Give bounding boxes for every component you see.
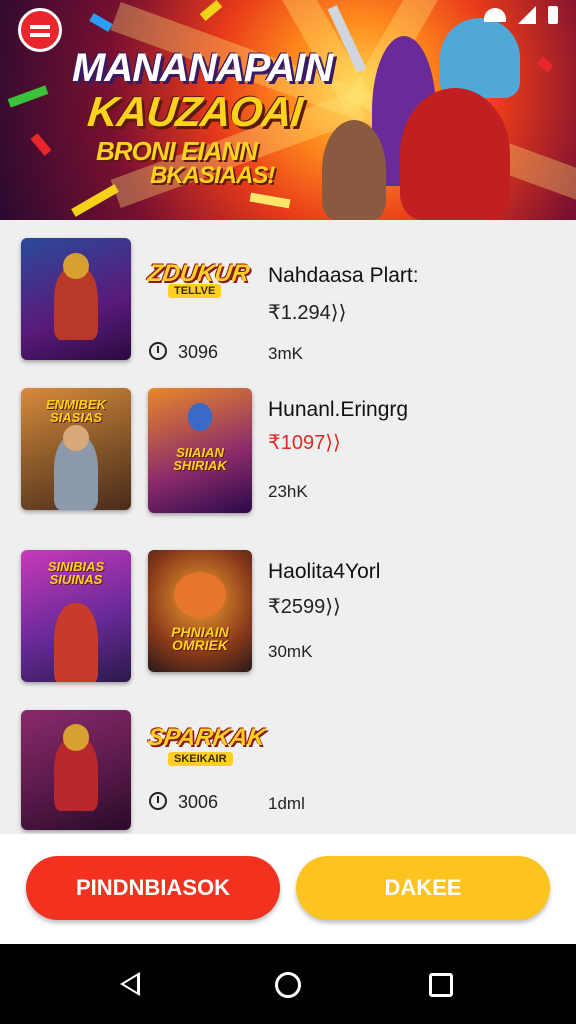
game-thumbnail-caption: SIIAIAN SHIRIAK (173, 445, 227, 473)
system-nav-bar (0, 944, 576, 1024)
game-meta: 1dml (268, 794, 305, 813)
play-count: 3096 (178, 342, 219, 362)
app-logo-icon[interactable] (18, 8, 62, 52)
home-icon[interactable] (275, 972, 301, 998)
clock-icon (149, 792, 167, 810)
game-price: ₹1.294⟩⟩ (268, 302, 347, 324)
hero-banner[interactable]: MANANAPAIN KAUZAOAI BRONI EIANN BKASIAAS… (0, 0, 576, 220)
primary-action-button[interactable]: PINDNBIASOK (26, 856, 280, 920)
clock-icon (149, 342, 167, 360)
warrior-head (62, 724, 90, 751)
game-price: ₹1097⟩⟩ (268, 432, 341, 454)
recents-icon[interactable] (429, 973, 453, 997)
action-bar: PINDNBIASOK DAKEE (0, 834, 576, 944)
hero-girl-figure (322, 120, 386, 220)
hero-dragon-figure (440, 18, 520, 98)
game-thumbnail-secondary[interactable]: SIIAIAN SHIRIAK (148, 388, 252, 513)
game-meta: 23hK (268, 482, 308, 501)
game-name: Haolita4Yorl (268, 560, 381, 583)
game-logo-sub: SKEIKAIR (168, 752, 233, 766)
fighter-head (187, 403, 213, 431)
game-meta: 3mK (268, 344, 303, 363)
game-logo-sub: TELLVE (168, 284, 222, 298)
status-bar (484, 6, 558, 24)
banner-title-line4: BKASIAAS! (150, 162, 275, 189)
game-thumbnail[interactable] (21, 710, 131, 830)
creature-head (174, 571, 226, 619)
game-price: ₹2599⟩⟩ (268, 596, 341, 618)
game-thumbnail[interactable]: ENMIBEK SIASIAS (21, 388, 131, 510)
game-name: Nahdaasa Plart: (268, 264, 419, 287)
hero-group-figure (54, 602, 98, 682)
game-logo: SPARKAK (146, 724, 267, 751)
game-name: Hunanl.Eringrg (268, 398, 409, 421)
hero-masked-figure (400, 88, 510, 220)
banner-title-line2: KAUZAOAI (85, 88, 305, 135)
game-thumbnail-caption: ENMIBEK SIASIAS (46, 397, 106, 425)
signal-icon (518, 6, 536, 24)
game-thumbnail-secondary[interactable]: PHNIAIN OMRIEK (148, 550, 252, 672)
banner-title-line1: MANANAPAIN (72, 46, 333, 90)
game-list[interactable]: ZDUKUR TELLVE Nahdaasa Plart: ₹1.294⟩⟩ 3… (0, 220, 576, 834)
game-thumbnail-caption: SINIBIAS SIUINAS (47, 559, 105, 587)
back-icon[interactable] (120, 972, 140, 996)
game-thumbnail[interactable]: SINIBIAS SIUINAS (21, 550, 131, 682)
game-thumbnail[interactable] (21, 238, 131, 360)
secondary-action-button[interactable]: DAKEE (296, 856, 550, 920)
game-meta: 30mK (268, 642, 313, 661)
battery-icon (548, 6, 558, 24)
wifi-icon (484, 8, 506, 22)
game-thumbnail-caption: PHNIAIN OMRIEK (171, 624, 229, 653)
play-count: 3006 (178, 792, 219, 812)
